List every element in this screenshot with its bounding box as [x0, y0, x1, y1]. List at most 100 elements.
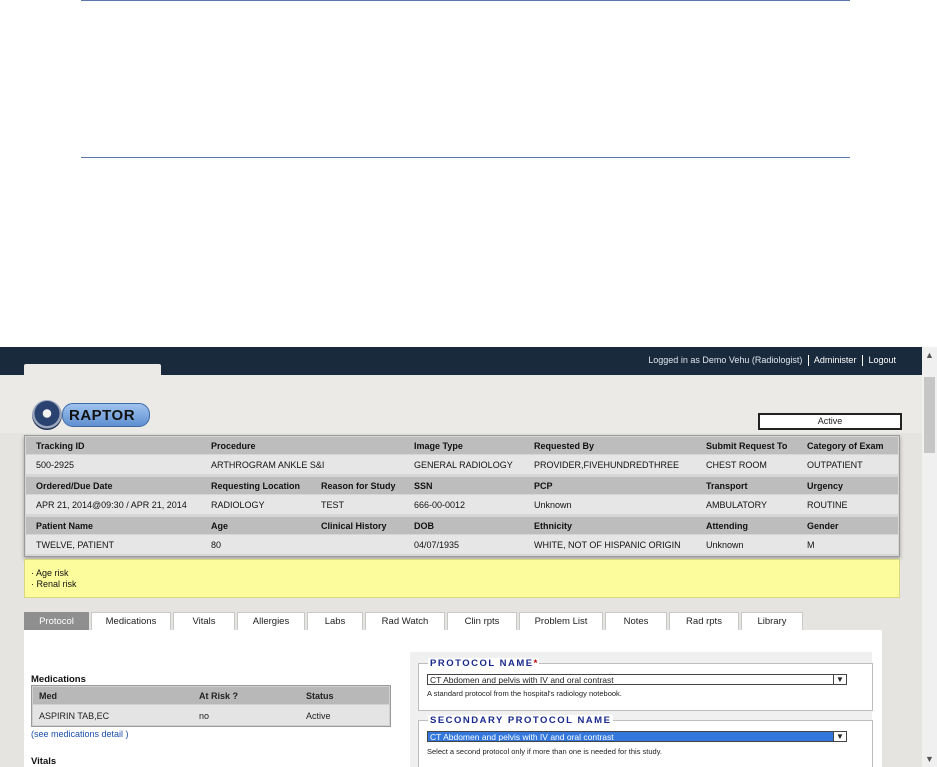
med-name: ASPIRIN TAB,EC	[39, 711, 110, 721]
order-info-values: 500-2925 ARTHROGRAM ANKLE S&I GENERAL RA…	[26, 455, 898, 474]
tab-allergies[interactable]: Allergies	[237, 612, 305, 631]
col-tracking-id: Tracking ID	[36, 441, 85, 451]
logo-pill: RAPTOR	[62, 403, 150, 427]
col-requesting-location: Requesting Location	[211, 481, 301, 491]
patient-name-value: TWELVE, PATIENT	[36, 540, 115, 550]
protocol-form: PROTOCOL NAME* CT Abdomen and pelvis wit…	[410, 652, 873, 767]
requested-by-value: PROVIDER,FIVEHUNDREDTHREE	[534, 460, 680, 470]
order-info-values: TWELVE, PATIENT 80 04/07/1935 WHITE, NOT…	[26, 535, 898, 554]
medications-detail-link[interactable]: (see medications detail )	[31, 729, 129, 739]
tab-rad-rpts[interactable]: Rad rpts	[669, 612, 739, 631]
medications-table-header: Med At Risk ? Status	[33, 687, 389, 704]
user-links: Logged in as Demo Vehu (Radiologist) Adm…	[648, 355, 896, 367]
logout-link[interactable]: Logout	[868, 355, 896, 365]
category-of-exam-value: OUTPATIENT	[807, 460, 863, 470]
tab-medications[interactable]: Medications	[91, 612, 171, 631]
col-ssn: SSN	[414, 481, 433, 491]
tab-problem-list[interactable]: Problem List	[519, 612, 603, 631]
col-status: Status	[306, 691, 334, 701]
secondary-protocol-select[interactable]: CT Abdomen and pelvis with IV and oral c…	[427, 731, 847, 742]
chevron-down-icon[interactable]: ▼	[833, 675, 846, 684]
header: RAPTOR Active	[0, 375, 922, 433]
col-submit-request-to: Submit Request To	[706, 441, 788, 451]
order-info-row: Ordered/Due Date Requesting Location Rea…	[26, 477, 898, 517]
reason-for-study-value: TEST	[321, 500, 345, 510]
administer-link[interactable]: Administer	[814, 355, 857, 365]
protocol-name-select[interactable]: CT Abdomen and pelvis with IV and oral c…	[427, 674, 847, 685]
tab-labs[interactable]: Labs	[307, 612, 363, 631]
tab-rad-watch[interactable]: Rad Watch	[365, 612, 445, 631]
ordered-due-date-value: APR 21, 2014@09:30 / APR 21, 2014	[36, 500, 187, 510]
protocol-name-fieldset: PROTOCOL NAME* CT Abdomen and pelvis wit…	[418, 658, 873, 711]
scroll-down-icon[interactable]: ▼	[922, 751, 937, 767]
col-clinical-history: Clinical History	[321, 521, 387, 531]
secondary-protocol-selected: CT Abdomen and pelvis with IV and oral c…	[430, 732, 614, 742]
link-separator	[807, 355, 809, 367]
order-info-header: Ordered/Due Date Requesting Location Rea…	[26, 477, 898, 494]
secondary-protocol-help: Select a second protocol only if more th…	[427, 747, 662, 756]
tab-protocol[interactable]: Protocol	[24, 612, 89, 631]
col-pcp: PCP	[534, 481, 553, 491]
risk-item: · Age risk	[31, 568, 69, 578]
secondary-protocol-fieldset: SECONDARY PROTOCOL NAME CT Abdomen and p…	[418, 715, 873, 767]
tab-clin-rpts[interactable]: Clin rpts	[447, 612, 517, 631]
order-info-row: Patient Name Age Clinical History DOB Et…	[26, 517, 898, 557]
medications-title: Medications	[31, 674, 86, 685]
tracking-id-value: 500-2925	[36, 460, 75, 470]
medications-table: Med At Risk ? Status ASPIRIN TAB,EC no A…	[31, 685, 391, 727]
gender-value: M	[807, 540, 815, 550]
col-ethnicity: Ethnicity	[534, 521, 573, 531]
pcp-value: Unknown	[534, 500, 572, 510]
col-reason-for-study: Reason for Study	[321, 481, 396, 491]
col-image-type: Image Type	[414, 441, 463, 451]
col-med: Med	[39, 691, 57, 701]
va-seal-icon	[32, 400, 62, 430]
protocol-content: Medications Med At Risk ? Status ASPIRIN…	[24, 630, 882, 767]
risk-item: · Renal risk	[31, 579, 77, 589]
logged-in-label: Logged in as Demo Vehu (Radiologist)	[648, 355, 803, 365]
col-urgency: Urgency	[807, 481, 844, 491]
vertical-scrollbar[interactable]: ▲ ▼	[922, 347, 937, 767]
dob-value: 04/07/1935	[414, 540, 460, 550]
col-procedure: Procedure	[211, 441, 256, 451]
tab-library[interactable]: Library	[741, 612, 803, 631]
raptor-app: Logged in as Demo Vehu (Radiologist) Adm…	[0, 347, 937, 767]
order-info-header: Patient Name Age Clinical History DOB Et…	[26, 517, 898, 534]
link-separator	[861, 355, 863, 367]
raptor-logo: RAPTOR	[32, 400, 150, 430]
protocol-name-selected: CT Abdomen and pelvis with IV and oral c…	[430, 675, 614, 685]
scrollbar-thumb[interactable]	[924, 377, 935, 453]
submit-request-to-value: CHEST ROOM	[706, 460, 767, 470]
med-status: Active	[306, 711, 331, 721]
tab-notes[interactable]: Notes	[605, 612, 667, 631]
bottom-divider	[81, 157, 850, 158]
col-dob: DOB	[414, 521, 434, 531]
order-info-values: APR 21, 2014@09:30 / APR 21, 2014 RADIOL…	[26, 495, 898, 514]
header-tab	[24, 364, 161, 376]
attending-value: Unknown	[706, 540, 744, 550]
tab-vitals[interactable]: Vitals	[173, 612, 235, 631]
image-type-value: GENERAL RADIOLOGY	[414, 460, 513, 470]
scroll-up-icon[interactable]: ▲	[922, 347, 937, 363]
urgency-value: ROUTINE	[807, 500, 848, 510]
ethnicity-value: WHITE, NOT OF HISPANIC ORIGIN	[534, 540, 681, 550]
secondary-protocol-legend: SECONDARY PROTOCOL NAME	[428, 715, 614, 726]
table-row: ASPIRIN TAB,EC no Active	[33, 705, 389, 725]
protocol-name-label: PROTOCOL NAME	[430, 658, 534, 669]
vitals-title: Vitals	[31, 756, 57, 767]
status-indicator: Active	[758, 413, 902, 430]
order-info-panel: Tracking ID Procedure Image Type Request…	[24, 435, 900, 557]
risk-panel: · Age risk · Renal risk	[24, 559, 900, 598]
required-mark: *	[533, 658, 538, 669]
top-divider	[81, 0, 850, 1]
col-patient-name: Patient Name	[36, 521, 94, 531]
col-ordered-due-date: Ordered/Due Date	[36, 481, 113, 491]
logo-text: RAPTOR	[69, 407, 136, 424]
protocol-name-help: A standard protocol from the hospital's …	[427, 689, 622, 698]
col-requested-by: Requested By	[534, 441, 595, 451]
col-category-of-exam: Category of Exam	[807, 441, 884, 451]
chevron-down-icon[interactable]: ▼	[833, 732, 846, 741]
ssn-value: 666-00-0012	[414, 500, 466, 510]
col-gender: Gender	[807, 521, 839, 531]
col-transport: Transport	[706, 481, 748, 491]
